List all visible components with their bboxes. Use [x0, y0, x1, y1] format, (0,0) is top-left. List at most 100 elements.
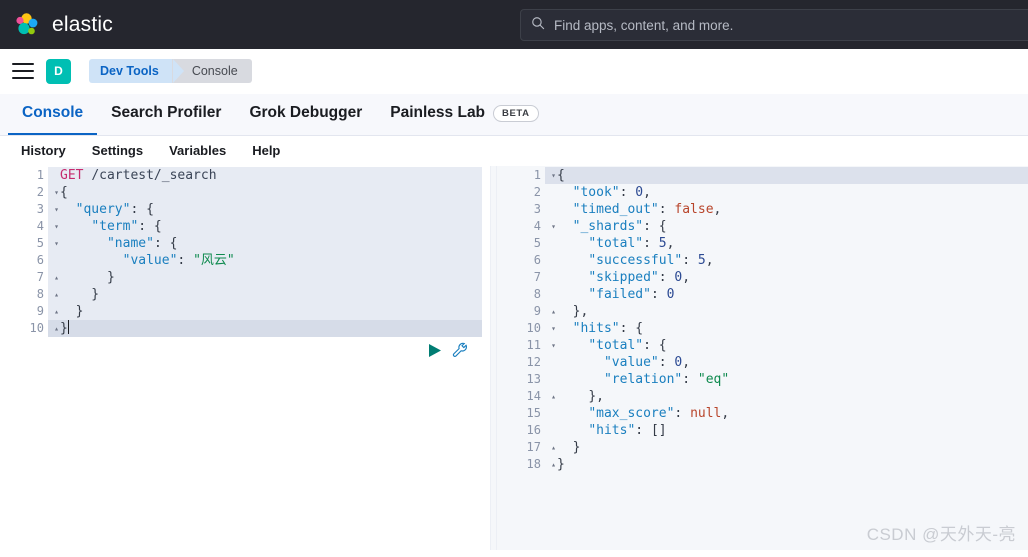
- response-line-number: 15: [526, 406, 541, 420]
- tab-painless-lab-label: Painless Lab: [390, 104, 486, 121]
- request-line-number: 3 ▾: [36, 202, 59, 216]
- response-line: "_shards": {: [572, 219, 667, 234]
- request-line-number: 7 ▴: [36, 270, 59, 284]
- response-value-shards-successful: 5: [697, 253, 706, 268]
- request-gutter-filler: [0, 520, 48, 550]
- wrench-icon[interactable]: [452, 342, 469, 359]
- tab-search-profiler-label: Search Profiler: [111, 104, 222, 121]
- response-line: },: [572, 304, 589, 319]
- tab-grok-debugger-label: Grok Debugger: [249, 104, 363, 121]
- response-line-number: 18 ▴: [526, 457, 556, 471]
- response-line-number: 9 ▴: [533, 304, 556, 318]
- response-line: "failed": 0: [588, 287, 675, 302]
- response-line: "took": 0,: [572, 185, 651, 200]
- response-line: "hits": []: [588, 423, 667, 438]
- response-line-number: 5: [533, 236, 541, 250]
- global-header: elastic Find apps, content, and more.: [0, 0, 1028, 49]
- response-line-number: 8: [533, 287, 541, 301]
- response-line: },: [588, 389, 604, 404]
- request-line-number: 10 ▴: [29, 321, 59, 335]
- response-line-number: 12: [526, 355, 541, 369]
- response-line-number: 3: [533, 202, 541, 216]
- response-line-number: 7: [533, 270, 541, 284]
- request-line: }: [60, 320, 69, 336]
- request-code[interactable]: GET /cartest/_search { "query": { "term"…: [48, 166, 490, 337]
- tab-bar: Console Search Profiler Grok Debugger Pa…: [0, 94, 1028, 136]
- request-line-number: 5 ▾: [36, 236, 59, 250]
- response-gutter: 1 ▾ 2 3 4 ▾ 5 6 7 8 9 ▴ 10 ▾ 11 ▾ 12 13 14 ▴ 1…: [497, 166, 556, 473]
- request-line: "term": {: [91, 219, 162, 234]
- tab-search-profiler[interactable]: Search Profiler: [97, 93, 235, 135]
- breadcrumb-bar: D Dev Tools Console: [0, 49, 1028, 94]
- request-line: {: [60, 185, 68, 200]
- hamburger-menu-icon[interactable]: [12, 63, 34, 79]
- response-line: "hits": {: [572, 321, 644, 336]
- response-editor[interactable]: 1 ▾ 2 3 4 ▾ 5 6 7 8 9 ▴ 10 ▾ 11 ▾ 12 13 14 ▴ 1…: [497, 166, 1028, 550]
- response-value-took: 0: [635, 185, 644, 200]
- space-avatar[interactable]: D: [46, 58, 71, 84]
- response-code[interactable]: { "took": 0, "timed_out": false, "_shard…: [545, 166, 1028, 473]
- response-value-max-score: null: [690, 406, 722, 421]
- response-line: "value": 0,: [603, 355, 691, 370]
- tab-grok-debugger[interactable]: Grok Debugger: [235, 93, 376, 135]
- response-line: "total": 5,: [588, 236, 675, 251]
- response-line-number: 17 ▴: [526, 440, 556, 454]
- request-line: }: [60, 287, 100, 302]
- request-line: }: [60, 270, 115, 285]
- console-menu-item-help[interactable]: Help: [239, 136, 293, 166]
- response-line-number: 2: [533, 185, 541, 199]
- elastic-logo-icon: [12, 10, 42, 40]
- response-value-shards-failed: 0: [666, 287, 675, 302]
- response-line-number: 11 ▾: [526, 338, 556, 352]
- text-cursor: [67, 320, 69, 334]
- request-line-number: 9 ▴: [36, 304, 59, 318]
- response-line: "skipped": 0,: [588, 270, 691, 285]
- console-editors: 1 2 ▾ 3 ▾ 4 ▾ 5 ▾ 6 7 ▴ 8 ▴ 9 ▴ 10 ▴ GET /cartes…: [0, 166, 1028, 550]
- global-search-input[interactable]: Find apps, content, and more.: [554, 18, 733, 33]
- request-line: }: [60, 304, 84, 319]
- request-gutter: 1 2 ▾ 3 ▾ 4 ▾ 5 ▾ 6 7 ▴ 8 ▴ 9 ▴ 10 ▴: [0, 166, 59, 337]
- response-value-hits-relation: eq: [705, 372, 722, 387]
- request-line: "name": {: [106, 236, 178, 251]
- response-line-number: 16: [526, 423, 541, 437]
- beta-badge: BETA: [493, 104, 539, 122]
- request-line-number: 1: [36, 168, 44, 182]
- play-icon[interactable]: [428, 343, 442, 358]
- response-line: "total": {: [588, 338, 667, 353]
- request-path: /cartest/_search: [91, 168, 217, 183]
- request-line-number: 8 ▴: [36, 287, 59, 301]
- brand-name: elastic: [52, 12, 113, 36]
- breadcrumb-item-dev-tools[interactable]: Dev Tools: [89, 59, 184, 83]
- request-term-value: 风云: [200, 253, 227, 268]
- request-line-number: 2 ▾: [36, 185, 59, 199]
- response-line-number: 1 ▾: [533, 168, 556, 182]
- response-line-number: 13: [526, 372, 541, 386]
- console-menu-item-history[interactable]: History: [8, 136, 79, 166]
- breadcrumb: Dev Tools Console: [89, 59, 252, 83]
- request-line: GET /cartest/_search: [60, 167, 490, 184]
- response-line: "successful": 5,: [588, 253, 714, 268]
- console-menu-bar: History Settings Variables Help: [0, 136, 1028, 166]
- request-editor[interactable]: 1 2 ▾ 3 ▾ 4 ▾ 5 ▾ 6 7 ▴ 8 ▴ 9 ▴ 10 ▴ GET /cartes…: [0, 166, 490, 550]
- editor-divider[interactable]: [490, 166, 497, 550]
- response-line: "timed_out": false,: [572, 202, 722, 217]
- console-menu-item-variables[interactable]: Variables: [156, 136, 239, 166]
- global-search-bar[interactable]: Find apps, content, and more.: [520, 9, 1028, 41]
- response-line: "max_score": null,: [588, 406, 730, 421]
- watermark: CSDN @天外天-亮: [866, 525, 1016, 544]
- response-line-number: 14 ▴: [526, 389, 556, 403]
- tab-console[interactable]: Console: [8, 93, 98, 135]
- search-icon: [531, 16, 545, 35]
- tab-console-label: Console: [22, 104, 84, 121]
- request-line: "query": {: [75, 202, 154, 217]
- response-value-shards-total: 5: [658, 236, 667, 251]
- brand[interactable]: elastic: [0, 10, 113, 40]
- response-value-timed-out: false: [674, 202, 714, 217]
- response-value-hits-array: []: [650, 423, 667, 438]
- response-line: }: [557, 457, 565, 472]
- response-line-number: 4 ▾: [533, 219, 556, 233]
- response-line-number: 10 ▾: [526, 321, 556, 335]
- tab-painless-lab[interactable]: Painless Lab BETA: [376, 93, 552, 135]
- http-method: GET: [60, 168, 84, 183]
- console-menu-item-settings[interactable]: Settings: [79, 136, 156, 166]
